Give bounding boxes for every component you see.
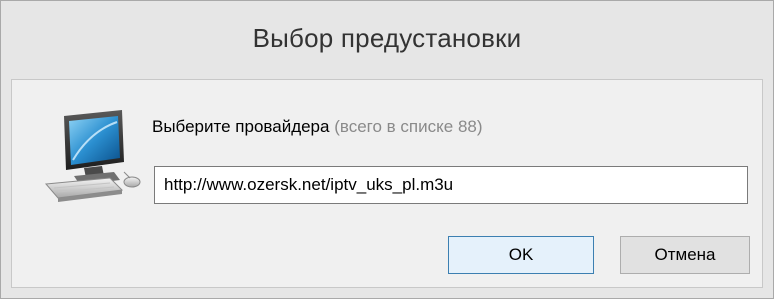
prompt-label: Выберите провайдера [152, 117, 330, 136]
cancel-button[interactable]: Отмена [620, 236, 750, 274]
preset-dialog: Выбор предустановки Выберите провайдера … [0, 0, 774, 299]
computer-icon [44, 110, 141, 202]
provider-url-field[interactable] [154, 166, 748, 204]
provider-count: (всего в списке 88) [334, 117, 483, 136]
dialog-title: Выбор предустановки [252, 23, 522, 53]
dialog-body: Выберите провайдера (всего в списке 88) … [11, 79, 763, 288]
provider-prompt: Выберите провайдера (всего в списке 88) [152, 117, 483, 137]
ok-button[interactable]: OK [448, 236, 594, 274]
